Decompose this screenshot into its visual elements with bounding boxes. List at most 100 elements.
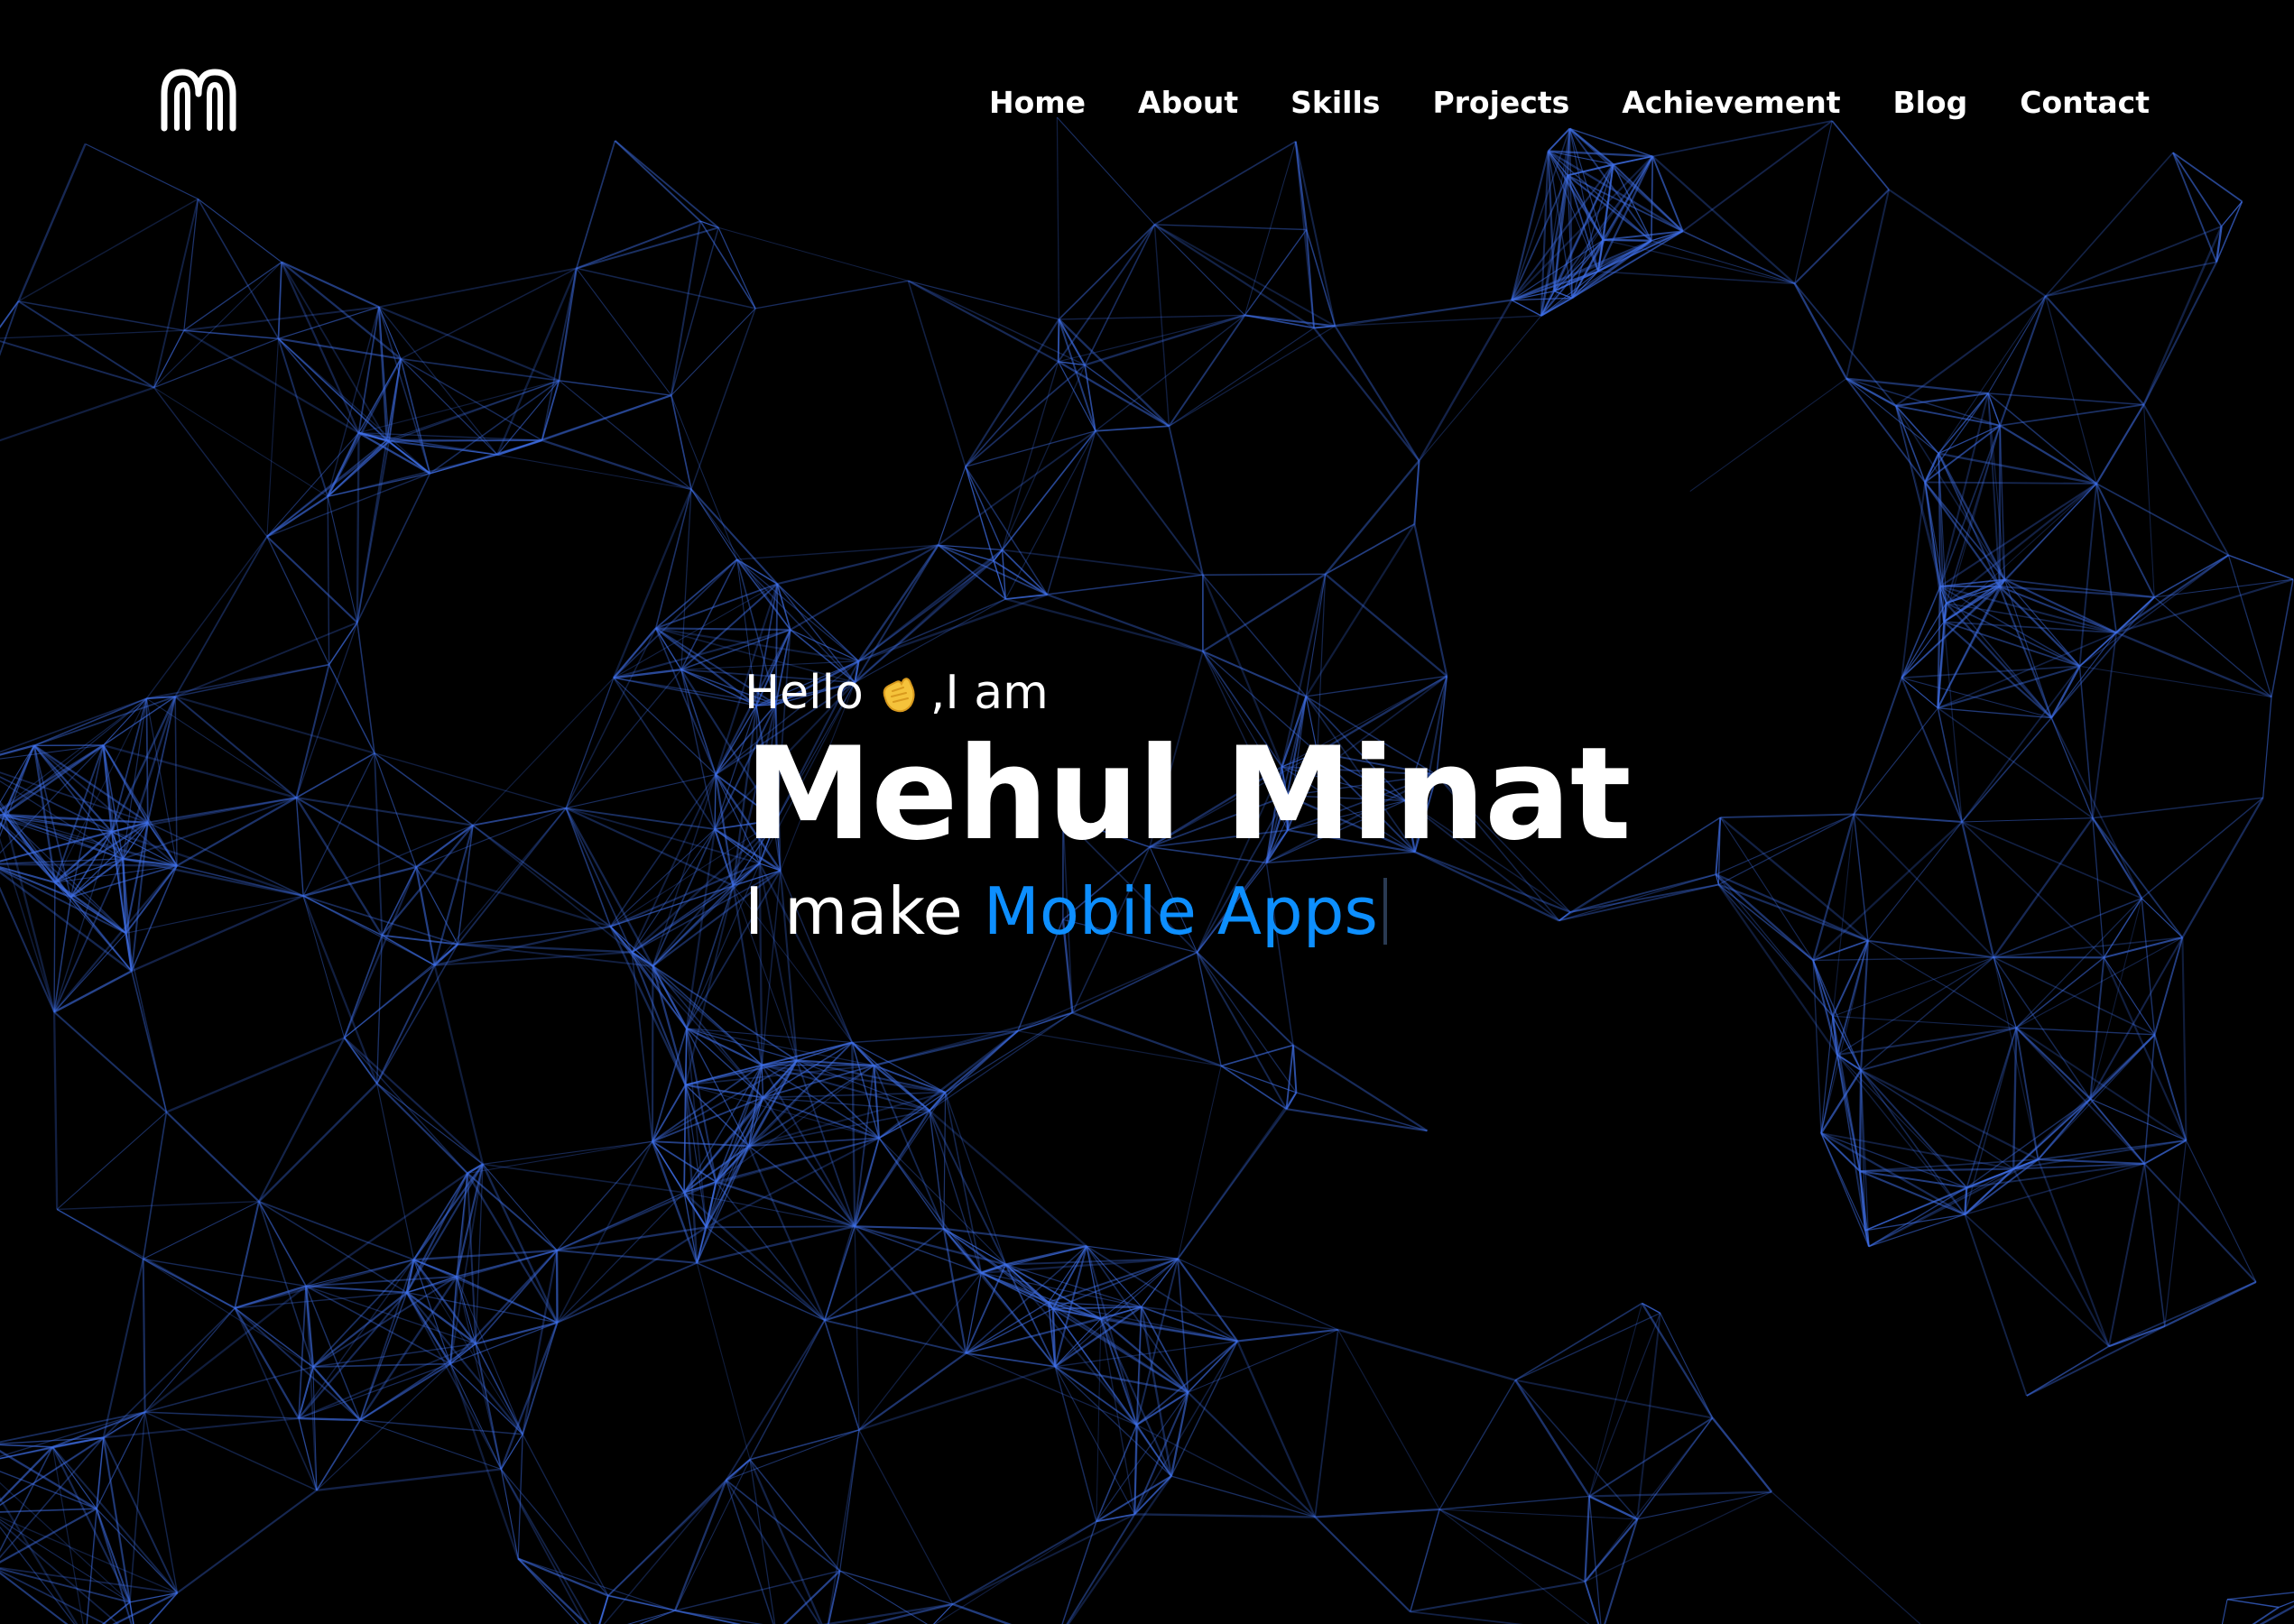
network-line [1867,940,2017,1029]
network-line [0,340,154,389]
network-line [907,280,1059,363]
network-line [1314,1516,1411,1613]
network-line [1716,813,1855,875]
network-line [281,261,380,309]
network-line [144,1411,318,1491]
network-line [929,1110,1007,1265]
network-line [938,429,1096,546]
network-line [153,262,282,388]
network-line [234,1307,314,1368]
network-line [33,697,147,747]
network-line [1410,1610,1523,1624]
network-line [456,1276,502,1470]
network-line [944,1092,983,1273]
network-line [1993,956,2017,1029]
network-line [415,865,611,927]
network-line [1134,1513,1316,1518]
network-line [652,774,717,967]
network-line [198,198,282,263]
network-line [122,797,297,860]
nav-about[interactable]: About [1138,85,1238,120]
network-line [1220,1044,1294,1067]
nav-contact[interactable]: Contact [2020,85,2150,120]
network-line [1052,1308,1172,1477]
network-line [2015,898,2142,1029]
network-line [1095,425,1170,432]
network-line [1961,821,1995,958]
network-line [854,1225,1006,1266]
network-line [2089,898,2142,1100]
network-line [1820,1131,1966,1216]
nav-achievement[interactable]: Achievement [1622,85,1840,120]
network-line [378,267,577,309]
network-line [1084,224,1156,365]
network-line [449,1363,523,1435]
network-line [2026,1325,2166,1397]
network-line [2050,596,2155,719]
network-line [0,1572,69,1624]
network-line [854,1138,881,1227]
network-line [1002,364,1086,550]
network-line [1141,1306,1338,1331]
network-line [144,1366,314,1413]
nav-projects[interactable]: Projects [1432,85,1569,120]
network-line [356,622,375,753]
network-line [565,807,654,967]
network-line [1961,821,2142,900]
network-line [378,306,560,382]
network-line [851,1042,856,1227]
network-line [496,394,672,457]
network-line [165,1037,346,1113]
network-line [1296,1092,1428,1131]
network-line [356,432,360,623]
network-line [1168,314,1246,427]
network-line [281,261,402,360]
network-line [655,558,738,630]
network-line [1337,1329,1440,1510]
network-line [234,1201,260,1309]
network-line [1682,230,1796,285]
network-line [1584,1496,1591,1582]
network-line [1511,299,1542,317]
network-line [1046,430,1096,595]
network-line [929,1110,982,1274]
nav-blog[interactable]: Blog [1892,85,1967,120]
network-line [762,1096,856,1227]
network-line [1845,189,1891,379]
network-line [1237,1328,1338,1343]
network-line [855,1225,944,1230]
nav-home[interactable]: Home [989,85,1086,120]
network-line [878,1110,930,1140]
network-line [143,1258,314,1368]
network-line [1413,460,1420,524]
network-line [1998,425,2002,587]
network-line [556,1140,653,1324]
network-line [0,1566,178,1594]
network-line [295,798,304,897]
network-line [522,1434,609,1596]
nav-skills[interactable]: Skills [1290,85,1380,120]
network-line [565,678,615,808]
network-line [1988,392,2144,406]
network-line [328,664,375,754]
network-line [1719,817,1814,961]
network-line [278,306,380,339]
logo[interactable] [159,67,238,132]
network-line [1715,873,1814,962]
network-line [763,1091,946,1099]
network-line [457,825,474,945]
network-line [706,1225,856,1229]
network-line [2141,898,2156,1035]
hero-tagline: I make Mobile Apps [745,871,1631,952]
network-line [467,1172,559,1324]
network-line [1853,677,1903,815]
network-line [2090,1098,2187,1141]
network-line [1439,1495,1590,1510]
network-line [1515,1379,1713,1419]
network-line [144,1307,236,1413]
network-line [176,1489,318,1594]
network-line [52,1011,59,1210]
network-line [413,1249,558,1261]
network-line [754,280,909,309]
network-line [965,466,1004,550]
